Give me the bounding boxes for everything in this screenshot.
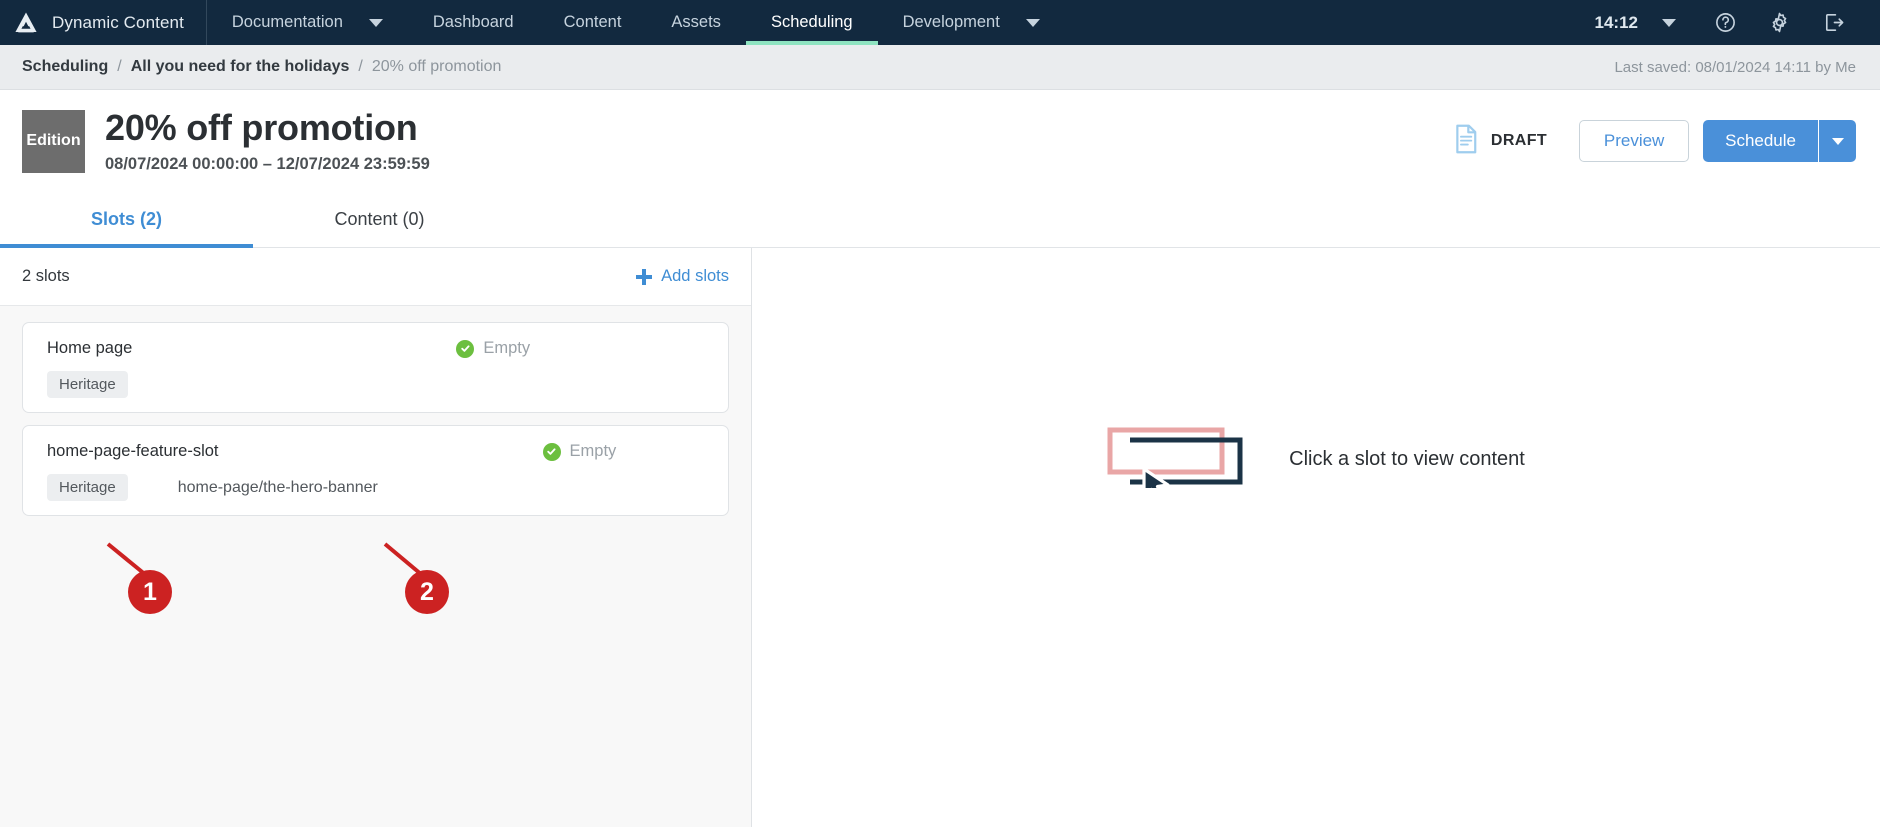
nav-item-label: Development: [902, 13, 1000, 31]
slot-status-label: Empty: [569, 442, 617, 460]
slot-card-home-page-feature-slot[interactable]: home-page-feature-slot Empty Heritage ho…: [22, 425, 729, 516]
amplience-logo-icon[interactable]: [0, 0, 52, 45]
preview-button[interactable]: Preview: [1579, 120, 1690, 162]
slots-pane: 2 slots Add slots Home page Empty Herita…: [0, 248, 752, 827]
check-circle-icon: [456, 339, 475, 358]
edition-type-badge: Edition: [22, 109, 85, 173]
slot-status: Empty: [542, 442, 617, 461]
header-actions: DRAFT Preview Schedule: [1452, 120, 1856, 162]
chevron-down-icon[interactable]: [1025, 18, 1040, 27]
slot-tag-pill: Heritage: [47, 474, 128, 501]
nav-item-label: Scheduling: [770, 13, 853, 31]
slots-toolbar: 2 slots Add slots: [0, 248, 751, 306]
click-slot-illustration-icon: [1107, 426, 1259, 503]
nav-item-label: Documentation: [231, 13, 343, 31]
slot-card-home-page[interactable]: Home page Empty Heritage: [22, 322, 729, 413]
empty-state: Click a slot to view content: [1107, 426, 1525, 503]
plus-icon: [636, 268, 653, 285]
slot-path-label: home-page/the-hero-banner: [177, 478, 378, 496]
breadcrumb-item-scheduling[interactable]: Scheduling: [22, 58, 108, 76]
slot-tag-pill: Heritage: [47, 371, 128, 398]
breadcrumb-item-edition-group[interactable]: All you need for the holidays: [131, 58, 350, 76]
page-header: Edition 20% off promotion 08/07/2024 00:…: [0, 90, 1880, 192]
content-preview-pane: Click a slot to view content: [752, 248, 1880, 827]
nav-item-documentation[interactable]: Documentation: [207, 0, 408, 45]
last-saved-label: Last saved: 08/01/2024 14:11 by Me: [1614, 58, 1856, 76]
tab-label: Slots (2): [90, 209, 162, 229]
schedule-dropdown-button[interactable]: [1818, 120, 1856, 162]
title-block: 20% off promotion 08/07/2024 00:00:00 – …: [105, 108, 430, 173]
breadcrumb-item-current: 20% off promotion: [371, 58, 502, 75]
slot-status-label: Empty: [483, 339, 531, 357]
page-title: 20% off promotion: [105, 107, 418, 149]
breadcrumb-separator: /: [358, 58, 363, 75]
chevron-down-icon[interactable]: [368, 18, 383, 27]
slot-card-header: home-page-feature-slot Empty: [47, 442, 708, 461]
status-label: DRAFT: [1490, 132, 1548, 149]
nav-item-scheduling[interactable]: Scheduling: [745, 0, 878, 45]
clock-display: 14:12: [1594, 12, 1638, 32]
tab-label: Content (0): [334, 209, 425, 229]
check-circle-icon: [542, 442, 561, 461]
breadcrumb-separator: /: [117, 58, 122, 75]
gear-icon[interactable]: [1752, 0, 1806, 45]
draft-document-icon: [1452, 124, 1480, 159]
empty-state-text: Click a slot to view content: [1289, 448, 1525, 470]
add-slots-label: Add slots: [661, 267, 729, 285]
nav-item-label: Content: [563, 13, 622, 31]
top-navigation-bar: Dynamic Content Documentation Dashboard …: [0, 0, 1880, 45]
nav-right-cluster: 14:12: [1595, 0, 1880, 45]
help-circle-icon[interactable]: [1698, 0, 1752, 45]
nav-item-label: Assets: [671, 13, 721, 31]
chevron-down-icon: [1662, 18, 1676, 27]
tab-slots[interactable]: Slots (2): [0, 192, 253, 248]
nav-item-development[interactable]: Development: [878, 0, 1065, 45]
add-slots-button[interactable]: Add slots: [636, 267, 729, 286]
logout-icon[interactable]: [1806, 0, 1860, 45]
chevron-down-icon: [1831, 137, 1844, 145]
status-badge: DRAFT: [1452, 124, 1547, 159]
brand-title: Dynamic Content: [52, 12, 184, 32]
slot-card-meta: Heritage: [47, 371, 708, 398]
slot-card-meta: Heritage home-page/the-hero-banner: [47, 474, 708, 501]
slot-list: Home page Empty Heritage home-page-featu…: [0, 306, 751, 827]
slot-name: Home page: [47, 339, 133, 357]
slots-count-label: 2 slots: [22, 267, 70, 285]
schedule-button[interactable]: Schedule: [1703, 120, 1818, 162]
tab-content[interactable]: Content (0): [253, 192, 506, 247]
nav-item-label: Dashboard: [432, 13, 514, 31]
body-split: 2 slots Add slots Home page Empty Herita…: [0, 248, 1880, 827]
slot-status: Empty: [456, 339, 530, 358]
tab-bar: Slots (2) Content (0): [0, 192, 1880, 248]
nav-items: Documentation Dashboard Content Assets S…: [207, 0, 1065, 45]
breadcrumb: Scheduling / All you need for the holida…: [0, 45, 1880, 90]
clock-dropdown-button[interactable]: [1652, 18, 1698, 27]
nav-item-assets[interactable]: Assets: [646, 0, 746, 45]
nav-item-dashboard[interactable]: Dashboard: [408, 0, 539, 45]
slot-name: home-page-feature-slot: [47, 442, 219, 460]
schedule-button-group: Schedule: [1703, 120, 1856, 162]
nav-item-content[interactable]: Content: [539, 0, 647, 45]
edition-date-range: 08/07/2024 00:00:00 – 12/07/2024 23:59:5…: [105, 154, 430, 173]
slot-card-header: Home page Empty: [47, 339, 708, 358]
